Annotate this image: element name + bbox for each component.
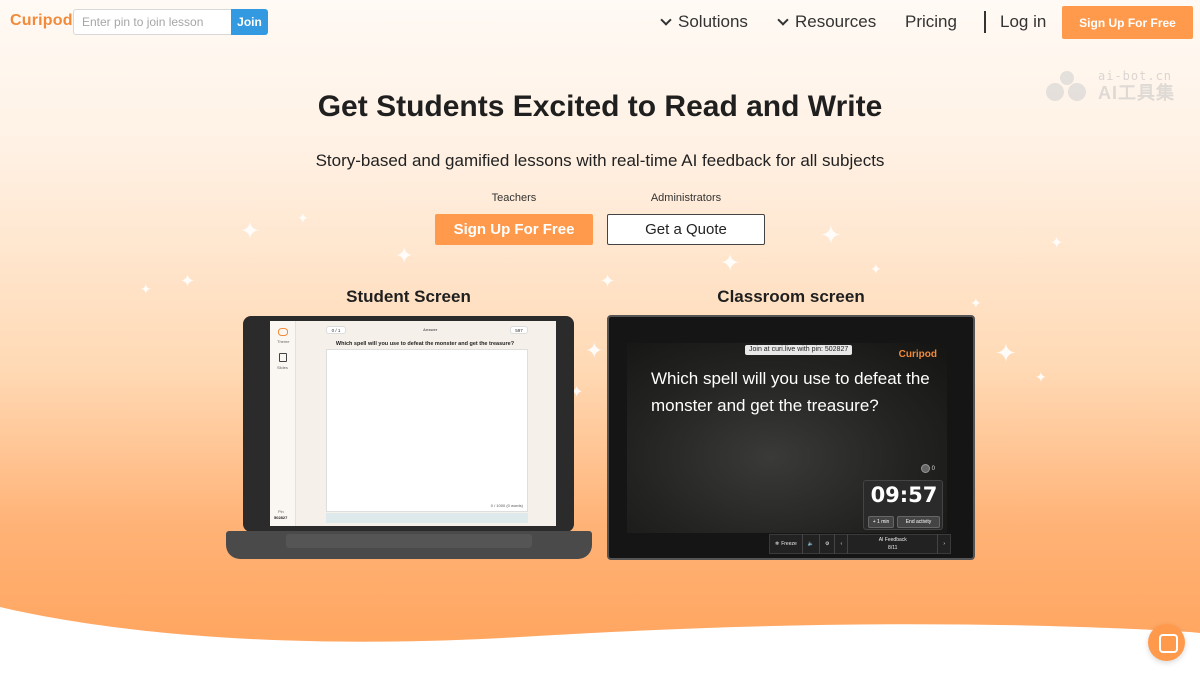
hero-subtitle: Story-based and gamified lessons with re… — [315, 151, 885, 170]
nav-pricing[interactable]: Pricing — [905, 12, 957, 32]
sparkle-icon: ✦ — [1050, 235, 1064, 252]
student-question: Which spell will you use to defeat the m… — [335, 341, 515, 347]
next-slide-button[interactable]: › — [938, 534, 950, 554]
feedback-title: AI Feedback — [878, 537, 907, 543]
slide-indicator: AI Feedback 8/11 — [848, 534, 939, 554]
answer-textarea[interactable]: 0 / 1000 (0 words) — [326, 349, 528, 512]
sparkle-icon: ✦ — [995, 338, 1017, 368]
word-count: 0 / 1000 (0 words) — [490, 503, 523, 508]
volume-button[interactable]: 🔈 — [803, 534, 820, 554]
gear-icon: ⚙ — [825, 541, 830, 547]
sparkle-icon: ✦ — [1035, 369, 1047, 385]
nav-solutions-label: Solutions — [678, 12, 748, 31]
sparkle-icon: ✦ — [395, 243, 414, 268]
snowflake-icon: ❄ — [775, 541, 780, 547]
presenter-toolbar: ❄ Freeze 🔈 ⚙ ‹ AI Feedback 8/11 › — [769, 534, 951, 554]
pin-label: Pin — [278, 509, 284, 514]
lesson-pin-input[interactable] — [73, 9, 231, 35]
freeze-button[interactable]: ❄ Freeze — [770, 534, 803, 554]
teachers-label: Teachers — [491, 192, 537, 204]
sparkle-icon: ✦ — [585, 338, 604, 363]
score-badge: 597 — [510, 326, 528, 334]
nav-solutions[interactable]: Solutions — [660, 12, 748, 32]
chat-widget-button[interactable] — [1148, 624, 1185, 661]
sparkle-icon: ✦ — [180, 271, 196, 291]
nav-divider — [984, 11, 986, 33]
chevron-down-icon — [777, 13, 789, 26]
add-minute-button[interactable]: + 1 min — [868, 516, 894, 528]
timer-panel: 09:57 + 1 min End activity — [863, 480, 943, 530]
watermark-line1: ai-bot.cn — [1098, 69, 1173, 83]
top-nav: Curipod Join Solutions Resources Pricing… — [0, 0, 1200, 44]
participants-count: 0 — [931, 465, 935, 472]
answer-label: Answer — [423, 327, 438, 332]
classroom-screen-preview: Join at curi.live with pin: 502827 Curip… — [627, 343, 947, 533]
chevron-down-icon — [660, 13, 672, 26]
classroom-screen-monitor: Join at curi.live with pin: 502827 Curip… — [607, 315, 975, 560]
student-screen-laptop: Theme Slides Pin 502827 0 / 1 Answer 597… — [243, 316, 574, 532]
join-button[interactable]: Join — [231, 9, 268, 35]
hero-title: Get Students Excited to Read and Write — [317, 90, 883, 123]
sparkle-icon: ✦ — [870, 261, 882, 277]
feedback-page: 8/11 — [888, 545, 898, 551]
nav-resources-label: Resources — [795, 12, 877, 31]
sparkle-icon: ✦ — [720, 250, 741, 277]
classroom-logo: Curipod — [898, 349, 937, 360]
bottom-wave — [0, 607, 1200, 675]
participants-indicator: 0 — [920, 464, 935, 473]
pin-value: 502827 — [274, 515, 288, 520]
user-icon — [920, 464, 930, 473]
join-pin-banner: Join at curi.live with pin: 502827 — [745, 345, 853, 355]
theme-label: Theme — [277, 339, 290, 344]
page-counter: 0 / 1 — [326, 326, 346, 334]
sparkle-icon: ✦ — [240, 218, 261, 245]
nav-resources[interactable]: Resources — [777, 12, 877, 32]
chevron-left-icon: ‹ — [840, 541, 843, 547]
curipod-logo[interactable]: Curipod — [10, 12, 73, 30]
timer-display: 09:57 — [870, 483, 938, 507]
submit-bar[interactable] — [326, 513, 528, 523]
prev-slide-button[interactable]: ‹ — [835, 534, 849, 554]
chevron-right-icon: › — [943, 541, 945, 547]
join-lesson-form: Join — [73, 9, 268, 35]
sparkle-icon: ✦ — [140, 281, 152, 297]
speaker-icon: 🔈 — [807, 541, 814, 547]
freeze-label: Freeze — [781, 541, 797, 547]
end-activity-button[interactable]: End activity — [897, 516, 940, 528]
slides-icon — [279, 353, 287, 362]
slides-label: Slides — [277, 365, 288, 370]
theme-icon — [278, 328, 288, 336]
student-screen-preview: Theme Slides Pin 502827 0 / 1 Answer 597… — [270, 321, 556, 526]
classroom-screen-label: Classroom screen — [717, 287, 865, 306]
administrators-label: Administrators — [650, 192, 722, 204]
get-quote-button[interactable]: Get a Quote — [607, 214, 765, 245]
settings-button[interactable]: ⚙ — [820, 534, 836, 554]
classroom-question: Which spell will you use to defeat the m… — [651, 369, 930, 415]
sparkle-icon: ✦ — [820, 220, 842, 250]
laptop-keyboard — [226, 531, 592, 559]
sparkle-icon: ✦ — [297, 210, 309, 226]
nav-signup-button[interactable]: Sign Up For Free — [1062, 6, 1193, 39]
hero-signup-button[interactable]: Sign Up For Free — [435, 214, 593, 245]
student-screen-label: Student Screen — [346, 287, 471, 306]
student-sidebar: Theme Slides Pin 502827 — [270, 321, 296, 526]
nav-login[interactable]: Log in — [1000, 12, 1046, 32]
